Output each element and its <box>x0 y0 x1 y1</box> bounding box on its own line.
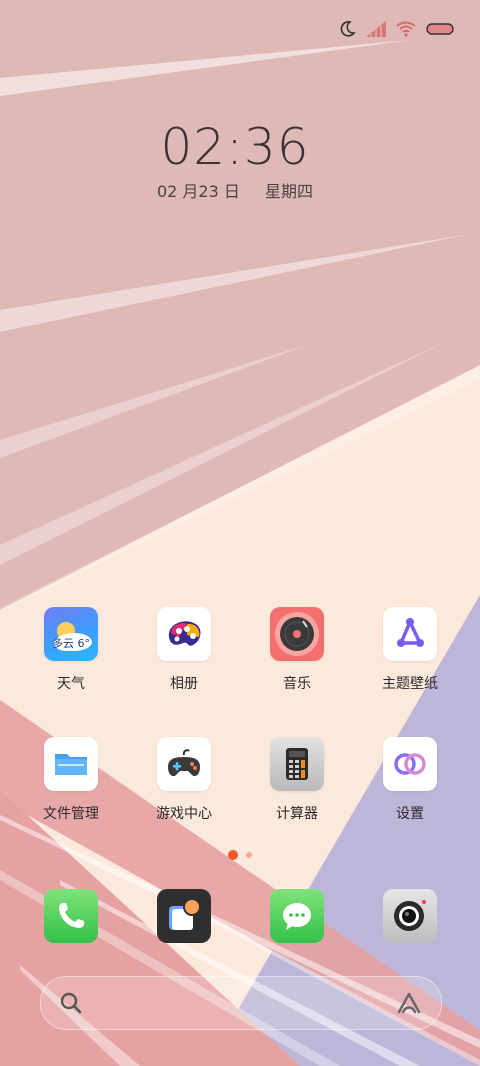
page-indicator[interactable] <box>0 850 480 860</box>
app-music[interactable]: 音乐 <box>249 607 345 693</box>
messages-icon <box>270 889 324 943</box>
search-bar[interactable] <box>40 976 442 1030</box>
battery-icon <box>426 23 454 35</box>
home-screen: 02:36 02 月23 日 星期四 多云 6° 天气 相册 音乐 主题壁纸 文… <box>0 0 480 1066</box>
clock-date[interactable]: 02 月23 日 星期四 <box>0 178 470 202</box>
app-file-manager[interactable]: 文件管理 <box>23 737 119 823</box>
music-icon <box>270 607 324 661</box>
app-label: 天气 <box>57 676 85 692</box>
clock-time[interactable]: 02:36 <box>0 118 470 176</box>
app-label: 主题壁纸 <box>382 676 438 692</box>
dock-camera[interactable] <box>383 889 437 943</box>
weather-badge-text: 多云 6° <box>52 637 90 650</box>
app-game-center[interactable]: 游戏中心 <box>136 737 232 823</box>
gallery-icon <box>157 607 211 661</box>
app-label: 文件管理 <box>43 806 99 822</box>
search-icon[interactable] <box>59 991 83 1015</box>
settings-icon <box>383 737 437 791</box>
app-store-icon <box>157 889 211 943</box>
camera-icon <box>383 889 437 943</box>
app-label: 计算器 <box>276 806 318 822</box>
page-dot[interactable] <box>246 852 252 858</box>
weather-icon: 多云 6° <box>44 607 98 661</box>
status-bar <box>338 20 454 38</box>
app-weather[interactable]: 多云 6° 天气 <box>23 607 119 693</box>
app-label: 游戏中心 <box>156 806 212 822</box>
cellular-signal-icon <box>366 21 386 37</box>
phone-icon <box>44 889 98 943</box>
weekday-text: 星期四 <box>264 182 313 201</box>
dock-phone[interactable] <box>44 889 98 943</box>
moon-icon <box>340 21 356 37</box>
game-center-icon <box>157 737 211 791</box>
app-settings[interactable]: 设置 <box>362 737 458 823</box>
date-text: 02 月23 日 <box>156 182 240 201</box>
assistant-icon[interactable] <box>395 990 423 1016</box>
app-gallery[interactable]: 相册 <box>136 607 232 693</box>
app-label: 音乐 <box>283 676 311 692</box>
app-calculator[interactable]: 计算器 <box>249 737 345 823</box>
wifi-icon <box>396 21 416 37</box>
file-manager-icon <box>44 737 98 791</box>
app-label: 相册 <box>170 676 198 692</box>
page-dot-active[interactable] <box>228 850 238 860</box>
dock-app-store[interactable] <box>157 889 211 943</box>
app-themes[interactable]: 主题壁纸 <box>362 607 458 693</box>
calculator-icon <box>270 737 324 791</box>
themes-icon <box>383 607 437 661</box>
dock-messages[interactable] <box>270 889 324 943</box>
app-label: 设置 <box>396 806 424 822</box>
